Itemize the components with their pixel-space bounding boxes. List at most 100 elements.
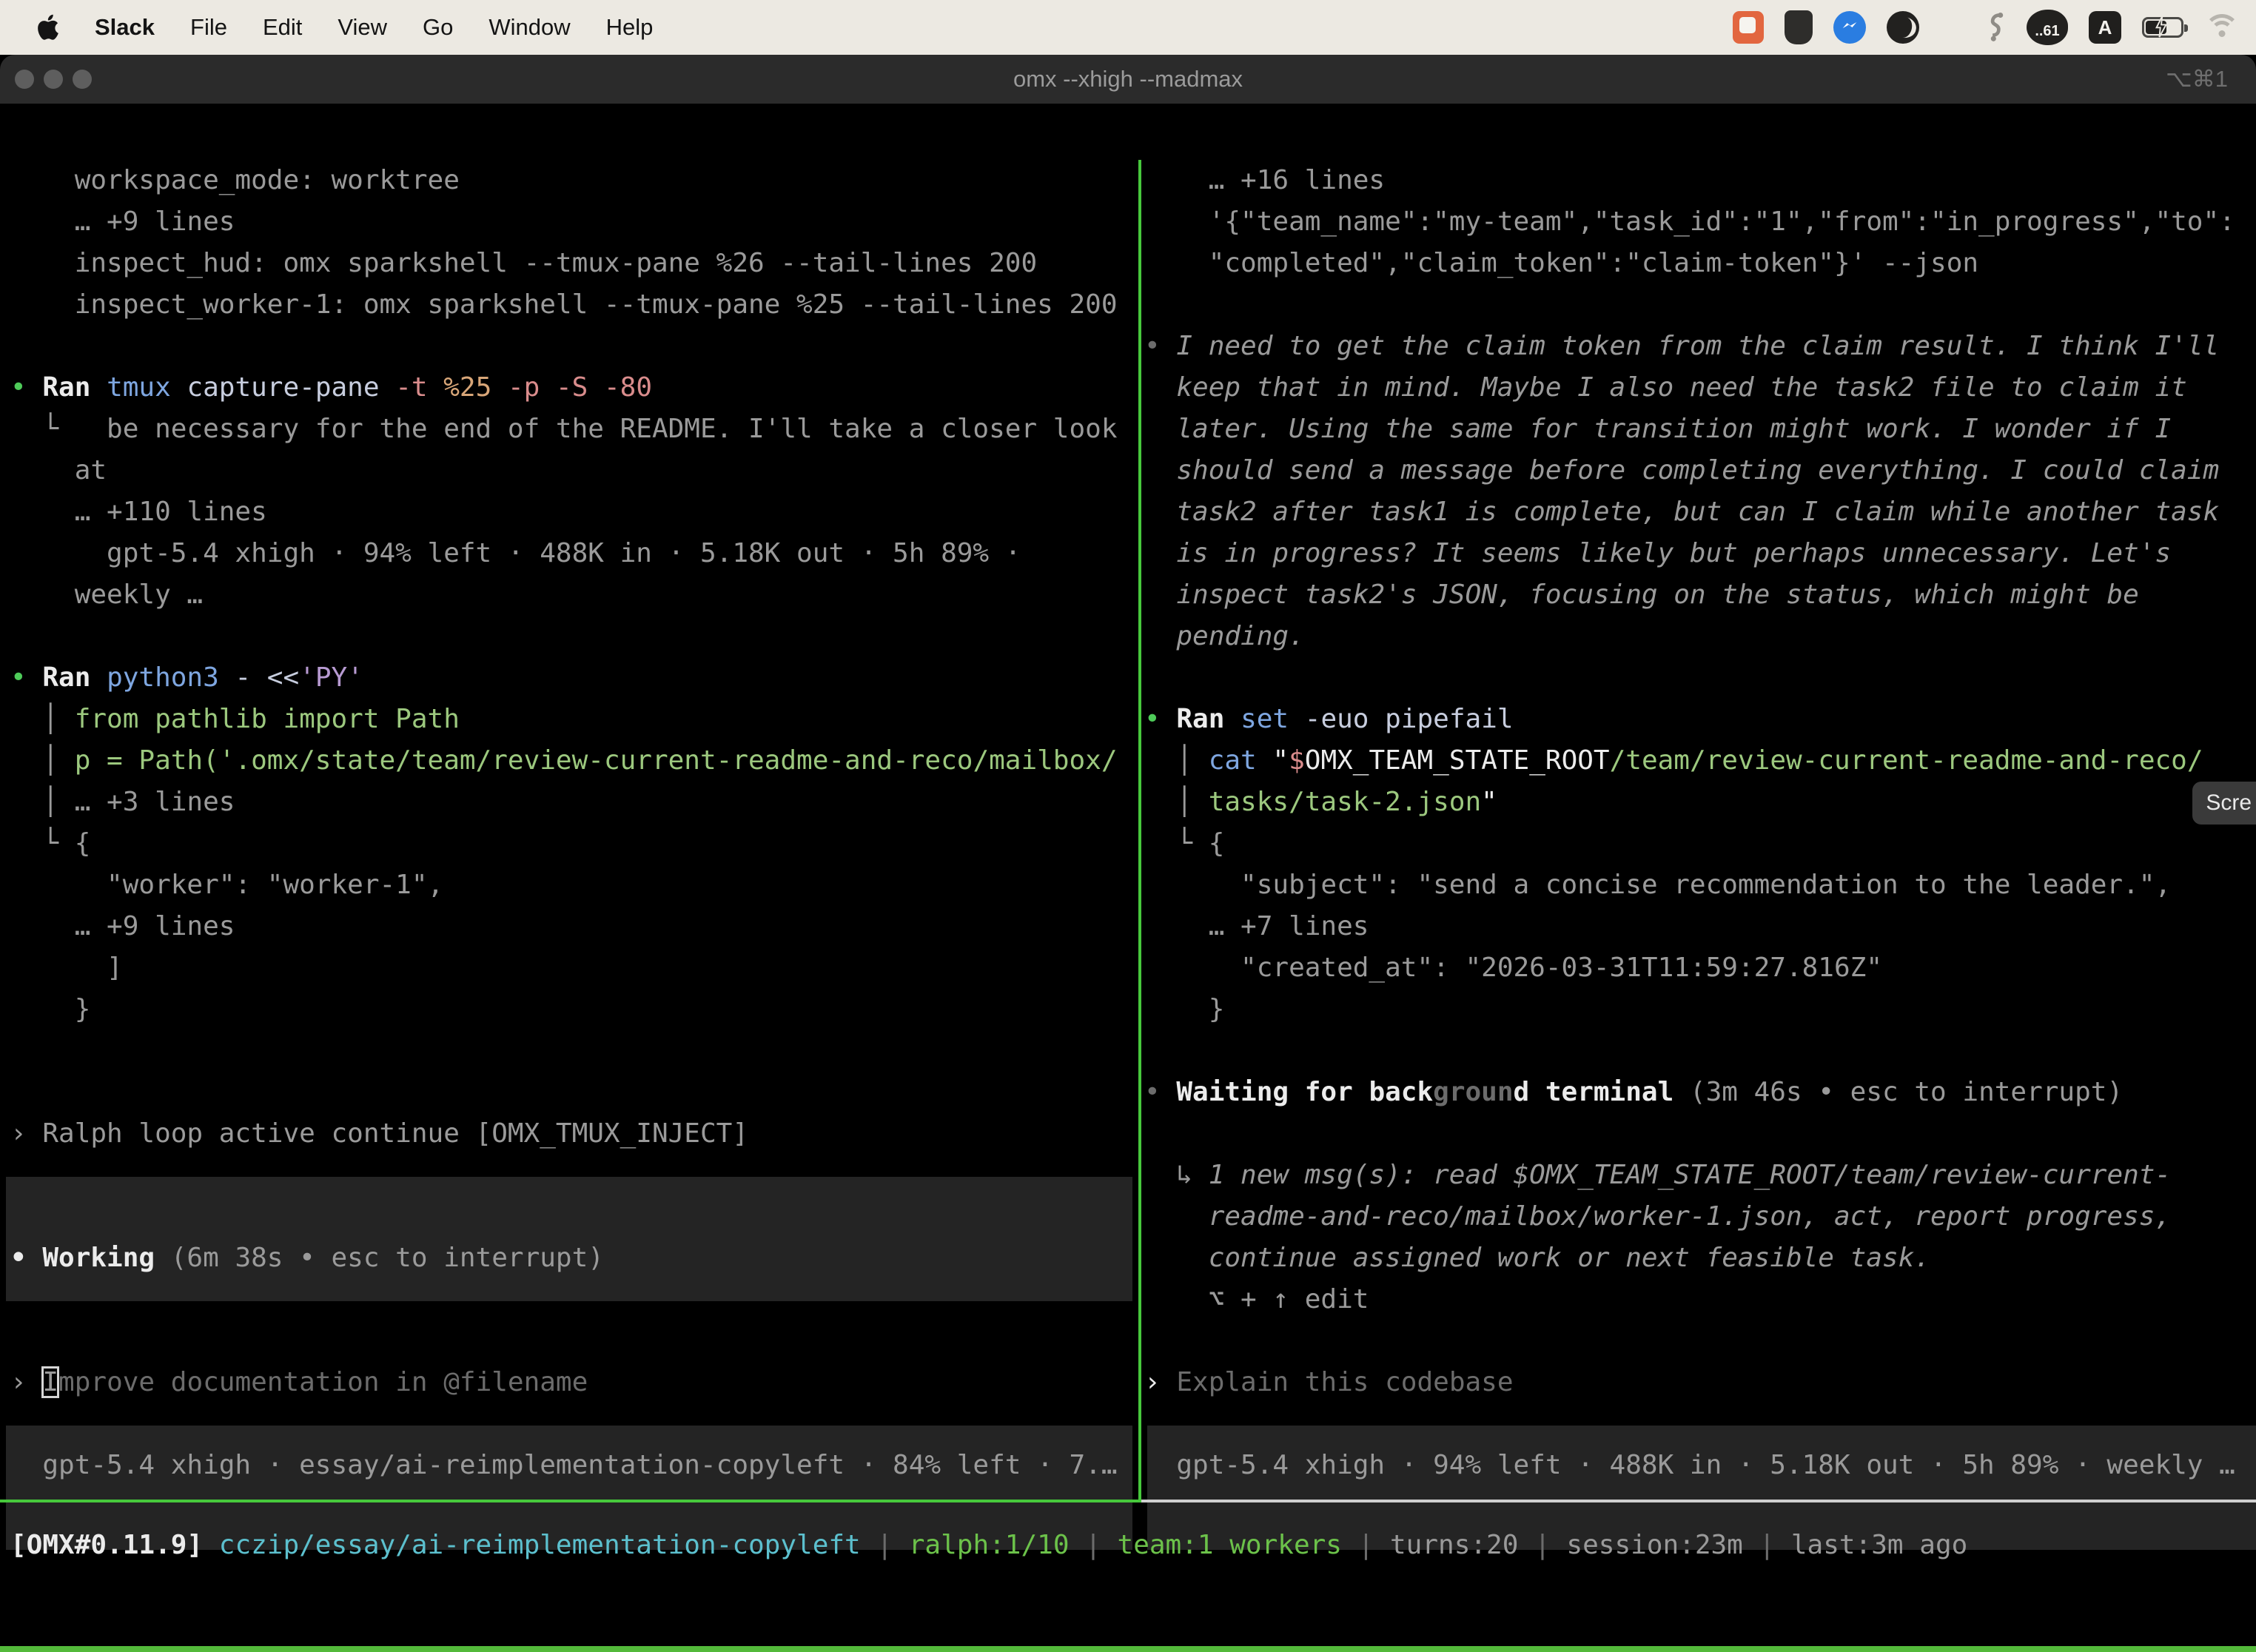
- window-title: omx --xhigh --madmax: [0, 66, 2256, 93]
- messenger-icon[interactable]: [1833, 11, 1866, 44]
- terminal-segment: cat: [1209, 745, 1273, 776]
- terminal-segment: "subject": "send a concise recommendatio…: [1144, 870, 2171, 900]
- terminal-segment: ⌥ + ↑ edit: [1144, 1284, 1369, 1314]
- terminal-segment: •: [1144, 704, 1176, 734]
- terminal-line: workspace_mode: worktree: [10, 160, 1138, 201]
- terminal-segment: ": [1481, 787, 1497, 817]
- terminal-line: [10, 1279, 1138, 1320]
- terminal-line: [1144, 657, 2256, 699]
- terminal-line: '{"team_name":"my-team","task_id":"1","f…: [1144, 201, 2256, 243]
- terminal-segment: Waiting for back: [1176, 1077, 1433, 1107]
- seahorse-icon[interactable]: [1988, 13, 2006, 42]
- terminal-segment: I need to get the claim token from the c…: [1176, 331, 2219, 361]
- terminal-segment: python3: [107, 662, 235, 693]
- chat-app-icon[interactable]: [1733, 11, 1764, 44]
- terminal-line: │ cat "$OMX_TEAM_STATE_ROOT/team/review-…: [1144, 740, 2256, 782]
- terminal-segment: … +9 lines: [10, 911, 235, 941]
- menu-item-help[interactable]: Help: [606, 14, 654, 41]
- terminal-line: inspect task2's JSON, focusing on the st…: [1144, 574, 2256, 616]
- terminal-segment: (3m 46s • esc to interrupt): [1690, 1077, 2123, 1107]
- terminal-segment: -t: [395, 372, 443, 403]
- terminal-segment: at: [10, 455, 107, 486]
- terminal-segment: … +7 lines: [1144, 911, 1369, 941]
- terminal-line: • Ran python3 - <<'PY': [10, 657, 1138, 699]
- terminal-segment: ›: [10, 1367, 42, 1397]
- terminal-segment: └ {: [10, 828, 90, 859]
- terminal-segment: (6m 38s • esc to interrupt): [171, 1243, 604, 1273]
- terminal-line: gpt-5.4 xhigh · 94% left · 488K in · 5.1…: [10, 533, 1138, 574]
- battery-charging-icon[interactable]: [2142, 17, 2183, 38]
- terminal-segment: gpt-5.4 xhigh · 94% left · 488K in · 5.1…: [10, 538, 1021, 568]
- terminal-segment: ]: [10, 953, 123, 983]
- terminal-segment: "worker": "worker-1",: [10, 870, 443, 900]
- terminal-line: gpt-5.4 xhigh · 94% left · 488K in · 5.1…: [1144, 1445, 2256, 1486]
- terminal-segment: inspect task2's JSON, focusing on the st…: [1144, 580, 2139, 610]
- terminal-segment: }: [1144, 994, 1224, 1024]
- terminal-line: … +16 lines: [1144, 160, 2256, 201]
- terminal-segment: p = Path('.omx/state/team/review-current…: [75, 745, 1118, 776]
- menu-item-edit[interactable]: Edit: [263, 14, 302, 41]
- terminal-segment: -euo pipefail: [1305, 704, 1514, 734]
- terminal-segment: |: [1342, 1530, 1390, 1560]
- shield-icon[interactable]: [1785, 10, 1813, 44]
- terminal-segment: -p -S -80: [508, 372, 652, 403]
- terminal-segment: "created_at": "2026-03-31T11:59:27.816Z": [1144, 953, 1882, 983]
- grid-dots-icon[interactable]: [1940, 14, 1967, 41]
- terminal-segment: set: [1241, 704, 1305, 734]
- terminal-segment: workspace_mode: worktree: [10, 165, 460, 195]
- terminal-line: … +9 lines: [10, 201, 1138, 243]
- menu-item-go[interactable]: Go: [423, 14, 453, 41]
- terminal-line: • I need to get the claim token from the…: [1144, 326, 2256, 367]
- menu-item-file[interactable]: File: [190, 14, 227, 41]
- terminal-segment: │: [1144, 787, 1209, 817]
- terminal-segment: is in progress? It seems likely but perh…: [1144, 538, 2171, 568]
- menu-item-view[interactable]: View: [338, 14, 387, 41]
- active-app-name[interactable]: Slack: [95, 14, 155, 41]
- terminal-line: └ {: [10, 823, 1138, 864]
- terminal-segment: '{"team_name":"my-team","task_id":"1","f…: [1144, 206, 2235, 237]
- terminal-line: at: [10, 450, 1138, 491]
- terminal-line: "subject": "send a concise recommendatio…: [1144, 864, 2256, 906]
- terminal-line: … +7 lines: [1144, 906, 2256, 947]
- terminal-segment: … +110 lines: [10, 497, 267, 527]
- battery-badge-label: ..61: [2035, 23, 2059, 40]
- left-pane-border: [0, 1500, 1141, 1502]
- pane-divider[interactable]: [1138, 160, 1141, 1502]
- terminal-segment: └ be necessary for the end of the README…: [10, 414, 1118, 444]
- moon-icon[interactable]: [1887, 11, 1919, 44]
- terminal-segment: I: [42, 1367, 58, 1397]
- terminal-line: [10, 1403, 1138, 1445]
- terminal-segment: Ran: [42, 662, 107, 693]
- terminal-segment: session:23m: [1566, 1530, 1742, 1560]
- pane-left[interactable]: workspace_mode: worktree … +9 lines insp…: [0, 160, 1138, 1486]
- terminal-line: • Ran tmux capture-pane -t %25 -p -S -80: [10, 367, 1138, 409]
- terminal-line: readme-and-reco/mailbox/worker-1.json, a…: [1144, 1196, 2256, 1238]
- terminal-segment: inspect_worker-1: omx sparkshell --tmux-…: [10, 289, 1118, 320]
- terminal-segment: later. Using the same for transition mig…: [1144, 414, 2171, 444]
- menu-item-window[interactable]: Window: [489, 14, 570, 41]
- terminal-line: › Ralph loop active continue [OMX_TMUX_I…: [10, 1113, 1138, 1155]
- battery-badge-icon[interactable]: ..61: [2027, 10, 2068, 45]
- tmux-status-bar[interactable]: [omx-cczip0:bash* "MacBook-Pro-44.local"…: [0, 1646, 2256, 1652]
- terminal-line: is in progress? It seems likely but perh…: [1144, 533, 2256, 574]
- window-title-bar[interactable]: omx --xhigh --madmax ⌥⌘1: [0, 55, 2256, 104]
- terminal-line: keep that in mind. Maybe I also need the…: [1144, 367, 2256, 409]
- terminal-segment: %25: [443, 372, 508, 403]
- pane-right[interactable]: … +16 lines '{"team_name":"my-team","tas…: [1144, 160, 2256, 1486]
- terminal-line: [1144, 1113, 2256, 1155]
- apple-menu-icon[interactable]: [37, 13, 62, 42]
- terminal-segment: mprove documentation in @filename: [58, 1367, 588, 1397]
- terminal-line: └ be necessary for the end of the README…: [10, 409, 1138, 450]
- terminal-segment: Ran: [1176, 704, 1241, 734]
- terminal-segment: capture-pane: [187, 372, 395, 403]
- terminal-segment: /team/review-current-readme-and-reco/: [1610, 745, 2203, 776]
- terminal-segment: 'PY': [299, 662, 363, 693]
- terminal-line: [10, 1196, 1138, 1238]
- input-source-icon[interactable]: A: [2089, 11, 2121, 44]
- right-pane-border: [1141, 1500, 2256, 1502]
- terminal-line: [1144, 1403, 2256, 1445]
- window-shortcut-hint: ⌥⌘1: [2166, 66, 2228, 93]
- terminal-line: • Ran set -euo pipefail: [1144, 699, 2256, 740]
- wifi-icon[interactable]: [2204, 14, 2240, 41]
- terminal-line: weekly …: [10, 574, 1138, 616]
